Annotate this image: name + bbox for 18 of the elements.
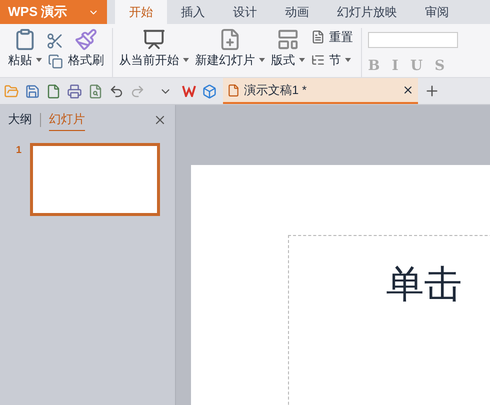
- panel-tab[interactable]: 大纲: [8, 110, 32, 130]
- new-slide-button[interactable]: 新建幻灯片: [195, 28, 265, 77]
- ribbon-tab[interactable]: 插入: [167, 0, 219, 24]
- ribbon-tab[interactable]: 动画: [271, 0, 323, 24]
- ribbon-tab[interactable]: 审阅: [411, 0, 463, 24]
- ribbon-tab[interactable]: 幻灯片放映: [323, 0, 411, 24]
- format-painter-button[interactable]: 格式刷: [68, 28, 104, 77]
- reset-button[interactable]: 重置: [311, 28, 353, 46]
- ribbon-tab[interactable]: 开始: [115, 0, 167, 24]
- placeholder-text: 单击: [386, 262, 462, 306]
- section-button[interactable]: 节: [311, 51, 353, 69]
- from-current-button[interactable]: 从当前开始: [119, 28, 189, 77]
- paste-button[interactable]: 粘贴: [8, 28, 42, 77]
- title-placeholder[interactable]: 单击: [288, 235, 490, 405]
- document-tab[interactable]: 演示文稿1 *: [223, 78, 418, 104]
- slide-number: 1: [16, 144, 22, 158]
- ribbon-tab[interactable]: 设计: [219, 0, 271, 24]
- layout-button[interactable]: 版式: [271, 28, 305, 77]
